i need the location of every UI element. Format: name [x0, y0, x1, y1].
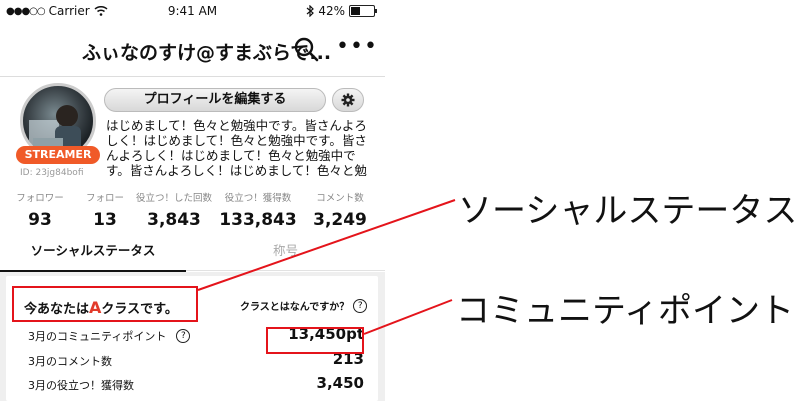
- annotation-community-point: コミュニティポイント: [456, 291, 794, 331]
- leader-line-social: [197, 199, 456, 291]
- annotation-social-status: ソーシャルステータス: [458, 191, 798, 231]
- leader-line-points: [363, 299, 453, 335]
